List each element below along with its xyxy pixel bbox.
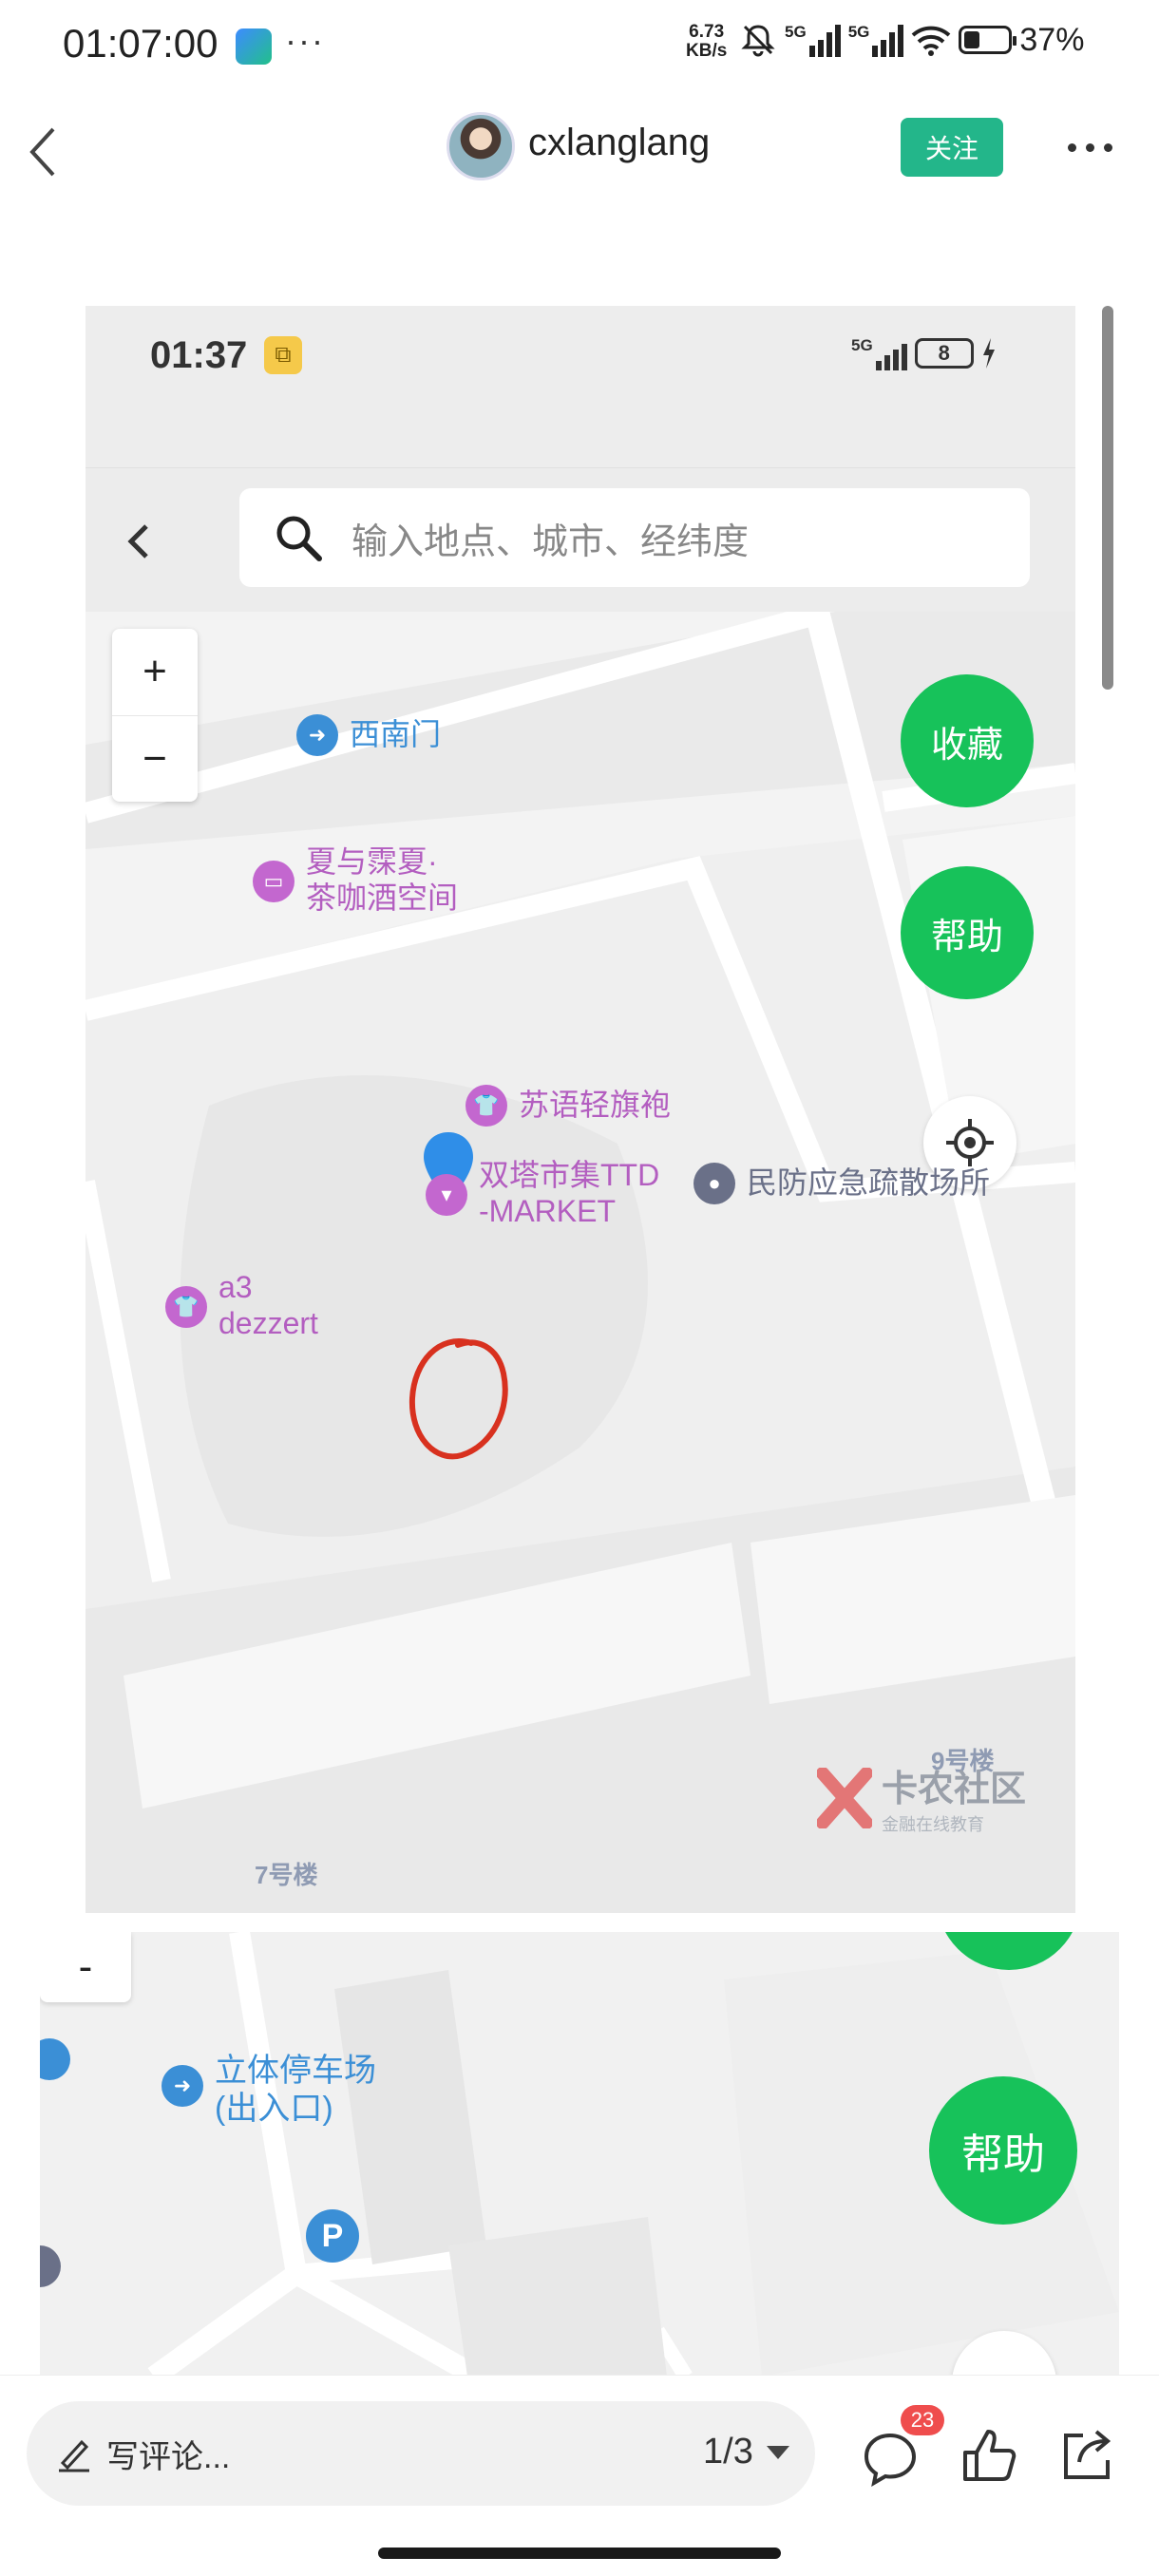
watermark-subtitle: 金融在线教育	[882, 1815, 984, 1834]
chevron-down-icon	[766, 2445, 789, 2459]
poi-label-line2: (出入口)	[215, 2091, 333, 2127]
poi-teahouse[interactable]: ▭ 夏与霂夏· 茶咖酒空间	[253, 843, 458, 916]
network-speed-unit: KB/s	[686, 41, 728, 61]
entrance-icon: ➜	[296, 714, 338, 756]
comment-input[interactable]: 写评论...	[27, 2401, 815, 2506]
like-icon[interactable]	[958, 2424, 1020, 2487]
status-time: 01:07:00	[63, 21, 218, 66]
embedded-status-icons: 5G 8	[851, 336, 997, 370]
watermark: 卡农社区 金融在线教育	[817, 1759, 1026, 1836]
embedded-status-time: 01:37	[150, 334, 248, 376]
poi-a3-dezzert[interactable]: 👕 a3 dezzert	[165, 1269, 318, 1341]
clothing-icon: 👕	[466, 1085, 507, 1127]
zoom-in-button[interactable]: +	[112, 629, 198, 715]
post-image-1[interactable]: 01:37 ⧉ 5G 8 输入地点、城市、经纬度 + − 收藏 帮助 ➜ 西南门	[86, 306, 1075, 1913]
entrance-icon: ➜	[162, 2065, 203, 2107]
post-image-2[interactable]: - ➜ 立体停车场 (出入口) P 帮助	[40, 1932, 1119, 2377]
image-pager[interactable]: 1/3	[703, 2432, 789, 2472]
shop-icon: ▭	[253, 861, 294, 902]
shelter-icon: ●	[694, 1163, 735, 1204]
help-button[interactable]: 帮助	[901, 866, 1034, 999]
poi-label: 西南门	[350, 717, 442, 751]
poi-label: 夏与霂夏· 茶咖酒空间	[306, 843, 458, 916]
poi-label-line1: a3	[218, 1270, 253, 1304]
poi-market[interactable]: ▾ 双塔市集TTD -MARKET	[426, 1157, 659, 1229]
help-button-2[interactable]: 帮助	[929, 2076, 1077, 2225]
map-back-arrow-icon[interactable]	[120, 513, 158, 570]
poi-label-line2: -MARKET	[479, 1194, 616, 1228]
poi-label: 苏语轻旗袍	[519, 1088, 672, 1122]
building-7-label: 7号楼	[255, 1861, 318, 1889]
app-notification-icon	[236, 28, 272, 65]
poi-label: 民防应急疏散场所	[747, 1165, 991, 1200]
poi-southwest-gate[interactable]: ➜ 西南门	[296, 714, 442, 756]
watermark-title: 卡农社区	[882, 1770, 1027, 1809]
poi-label-line2: 茶咖酒空间	[306, 881, 459, 915]
page-indicator: 1/3	[703, 2432, 753, 2472]
zoom-out-button[interactable]: −	[112, 714, 198, 803]
poi-suyu[interactable]: 👕 苏语轻旗袍	[466, 1085, 672, 1127]
image-scrollbar[interactable]	[1102, 306, 1113, 690]
mute-bell-icon	[741, 25, 775, 57]
location-search-input[interactable]: 输入地点、城市、经纬度	[239, 488, 1030, 587]
copy-icon: ⧉	[264, 336, 302, 374]
signal-sim1-icon: 5G	[785, 23, 841, 57]
more-notifications-indicator: ···	[285, 21, 325, 60]
poi-label-line1: 夏与霂夏·	[306, 844, 438, 879]
zoom-control: + −	[112, 629, 198, 802]
poi-civil-defense[interactable]: ● 民防应急疏散场所	[694, 1163, 991, 1204]
embedded-battery-icon: 8	[914, 338, 974, 369]
wifi-icon	[912, 26, 951, 56]
poi-label-line1: 双塔市集TTD	[479, 1158, 660, 1192]
poi-label-line2: dezzert	[218, 1306, 318, 1340]
search-icon	[276, 516, 322, 561]
back-arrow-icon[interactable]	[25, 123, 63, 180]
crosshair-icon	[946, 1119, 994, 1166]
status-icons: 5G 5G 37%	[739, 21, 1084, 59]
embedded-signal-icon: 5G	[851, 336, 907, 370]
comment-icon[interactable]	[859, 2426, 922, 2489]
poi-label: 立体停车场 (出入口)	[215, 2052, 376, 2128]
search-placeholder: 输入地点、城市、经纬度	[352, 521, 750, 562]
comment-placeholder: 写评论...	[106, 2438, 231, 2475]
more-options-icon[interactable]	[1068, 133, 1121, 161]
zoom-out-button-2[interactable]: -	[40, 1932, 131, 2002]
avatar[interactable]	[446, 112, 515, 180]
embedded-status-bar	[86, 306, 1075, 467]
battery-percent: 37%	[1019, 21, 1085, 58]
share-icon[interactable]	[1054, 2424, 1117, 2487]
poi-label-line1: 立体停车场	[215, 2053, 376, 2089]
poi-label: 双塔市集TTD -MARKET	[479, 1157, 659, 1229]
pencil-icon	[59, 2439, 89, 2472]
network-speed: 6.73 KB/s	[686, 23, 727, 61]
favorite-button[interactable]: 收藏	[901, 674, 1034, 807]
home-indicator[interactable]	[378, 2548, 781, 2559]
charging-bolt-icon	[982, 338, 995, 369]
comment-count-badge: 23	[901, 2405, 944, 2435]
watermark-logo-icon	[817, 1767, 872, 1828]
battery-icon	[959, 26, 1017, 54]
username[interactable]: cxlanglang	[528, 122, 710, 164]
map-canvas[interactable]	[86, 612, 1075, 1913]
follow-button[interactable]: 关注	[901, 118, 1003, 177]
signal-sim2-icon: 5G	[848, 23, 904, 57]
poi-label: a3 dezzert	[218, 1269, 318, 1341]
parking-icon[interactable]: P	[306, 2209, 359, 2263]
shop-icon: 👕	[165, 1286, 207, 1328]
red-circle-annotation	[408, 1338, 508, 1460]
network-speed-value: 6.73	[689, 22, 725, 42]
market-icon: ▾	[426, 1174, 467, 1216]
poi-parking-garage[interactable]: ➜ 立体停车场 (出入口)	[162, 2052, 376, 2128]
